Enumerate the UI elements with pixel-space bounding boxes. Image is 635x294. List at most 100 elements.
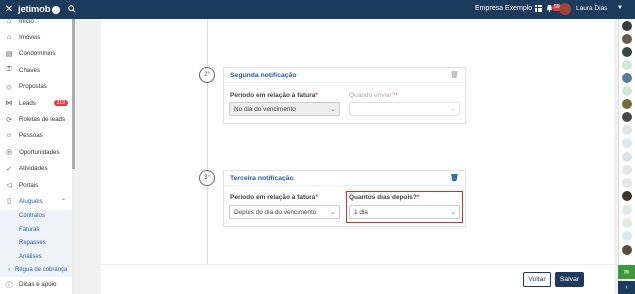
people-icon: ☺	[5, 132, 13, 140]
chevron-left-icon: ‹	[625, 284, 628, 291]
sidebar-subitem[interactable]: Contratos	[0, 209, 74, 224]
sidebar-item[interactable]: ✓ Atividades	[0, 161, 74, 177]
contact-avatar[interactable]	[622, 112, 632, 122]
user-name[interactable]: Laura Dias	[576, 5, 607, 12]
company-name[interactable]: Empresa Exemplo	[475, 5, 532, 12]
contact-avatar[interactable]	[622, 99, 632, 109]
sidebar-item[interactable]: ⟳ Roletas de leads	[0, 111, 74, 127]
regua-label: Régua de cobrança	[15, 266, 68, 273]
chevron-down-icon: ⌄	[450, 209, 456, 216]
apps-grid-icon[interactable]	[535, 5, 542, 12]
sidebar-item-label: Oportunidades	[19, 148, 60, 156]
when-select[interactable]: ⌄	[349, 102, 460, 116]
avatar[interactable]	[559, 3, 571, 15]
sidebar-item[interactable]: ◎ Oportunidades	[0, 144, 74, 160]
target-icon: ◎	[5, 149, 13, 157]
chevron-up-icon: ⌃	[60, 197, 66, 205]
sidebar-item[interactable]: ⋈ Leads 319	[0, 95, 74, 111]
sidebar-subitem[interactable]: Análises	[0, 249, 74, 264]
contact-avatar[interactable]	[622, 86, 632, 96]
sidebar-item-label: Atividades	[19, 165, 48, 173]
house-icon: ⌂	[6, 34, 12, 42]
sidebar-item-label: Imóveis	[19, 34, 41, 42]
sidebar-subitem[interactable]: Repasses	[0, 236, 74, 250]
sidebar: ⌂ Início ⌂ Imóveis ▤ Condomínios ⚿ Chaves ◇ Propo…	[0, 18, 75, 294]
chevron-down-icon: ⌄	[330, 209, 336, 216]
info-icon: ⓘ	[5, 281, 13, 289]
contact-avatar[interactable]	[622, 138, 632, 148]
sidebar-item[interactable]: ◁ Portais	[0, 177, 74, 193]
timeline-line	[207, 19, 208, 67]
sidebar-item-label: Portais	[19, 181, 39, 189]
sidebar-item[interactable]: ⌂ Início	[0, 13, 74, 29]
contact-avatar[interactable]	[622, 218, 632, 228]
step-number-2: 2°	[199, 67, 215, 83]
period-select-value: No dia do vencimento	[234, 105, 296, 113]
contact-avatar[interactable]	[622, 231, 632, 241]
chevron-down-icon: ⌄	[330, 106, 336, 113]
contact-avatar[interactable]	[622, 178, 632, 188]
card-title: Segunda notificação	[230, 71, 297, 79]
sidebar-item-label: Pessoas	[19, 132, 43, 140]
sidebar-item-label: Roletas de leads	[19, 116, 66, 124]
sidebar-item-label: Propostas	[19, 83, 47, 91]
chevron-down-icon: ⌄	[450, 106, 456, 113]
contact-avatar[interactable]	[622, 152, 632, 162]
days-label-text: Quantos dias depois?	[349, 194, 417, 201]
chat-icon: ✉	[623, 269, 630, 276]
sidebar-item-label: Leads	[19, 99, 36, 107]
contact-avatar[interactable]	[622, 21, 632, 31]
book-icon: ▯	[7, 198, 11, 206]
sidebar-scrollbar[interactable]	[72, 19, 75, 294]
right-rail	[618, 19, 635, 294]
tag-icon: ◇	[6, 83, 12, 91]
back-button[interactable]: Voltar	[523, 272, 551, 287]
sidebar-item[interactable]: ⚿ Chaves	[0, 62, 74, 78]
check-circle-icon: ✓	[6, 165, 12, 173]
timeline-line	[207, 83, 208, 169]
sidebar-item[interactable]: ☺ Pessoas	[0, 128, 74, 144]
leads-count-badge: 319	[53, 100, 68, 107]
save-button[interactable]: Salvar	[555, 272, 584, 287]
contact-avatar[interactable]	[622, 191, 632, 201]
contact-avatar[interactable]	[622, 245, 632, 255]
sidebar-item-help[interactable]: ⓘ Dicas e apoio	[0, 277, 74, 293]
days-label: Quantos dias depois?*	[349, 194, 420, 201]
period-select[interactable]: Depois do dia do vencimento ⌄	[229, 205, 340, 219]
trash-icon[interactable]: 🗑	[450, 174, 459, 182]
step-number-3: 3°	[199, 170, 215, 186]
period-label-text: Período em relação à fatura	[230, 92, 316, 99]
contact-avatar[interactable]	[622, 125, 632, 135]
period-label: Período em relação à fatura*	[230, 194, 318, 201]
when-label: Quando enviar?*	[349, 92, 398, 99]
collapse-rail-button[interactable]: ‹	[618, 281, 635, 294]
sidebar-item-label: Condomínios	[19, 50, 56, 58]
contact-avatar[interactable]	[622, 47, 632, 57]
period-label-text: Período em relação à fatura	[230, 194, 316, 201]
when-label-text: Quando enviar?	[349, 92, 396, 99]
sidebar-item[interactable]: ⌂ Imóveis	[0, 29, 74, 45]
chevron-right-icon: ›	[8, 266, 10, 273]
share-icon: ⋈	[5, 100, 13, 108]
roulette-icon: ⟳	[6, 116, 12, 124]
sidebar-subitem-regua[interactable]: › Régua de cobrança	[0, 263, 74, 277]
sidebar-item[interactable]: ▯ Aluguéis ⌃	[0, 193, 74, 209]
period-select[interactable]: No dia do vencimento ⌄	[229, 102, 340, 116]
contact-avatar[interactable]	[622, 165, 632, 175]
contact-avatar[interactable]	[622, 205, 632, 215]
period-select-value: Depois do dia do vencimento	[234, 208, 317, 216]
chevron-down-icon[interactable]: ▼	[617, 5, 623, 11]
sidebar-item-label: Chaves	[19, 66, 40, 74]
days-select[interactable]: 1 dia ⌄	[349, 205, 460, 219]
sidebar-item[interactable]: ▤ Condomínios	[0, 46, 74, 62]
sidebar-subitem[interactable]: Faturas	[0, 223, 74, 237]
contact-avatar[interactable]	[622, 60, 632, 70]
sidebar-item[interactable]: ◇ Propostas	[0, 79, 74, 95]
timeline-line	[207, 186, 208, 264]
contact-avatar[interactable]	[622, 73, 632, 83]
key-icon: ⚿	[6, 66, 12, 74]
contact-avatar[interactable]	[622, 34, 632, 44]
sidebar-item-label: Início	[19, 17, 34, 25]
chat-button[interactable]: ✉	[618, 265, 635, 279]
card-title: Terceira notificação	[230, 174, 294, 182]
